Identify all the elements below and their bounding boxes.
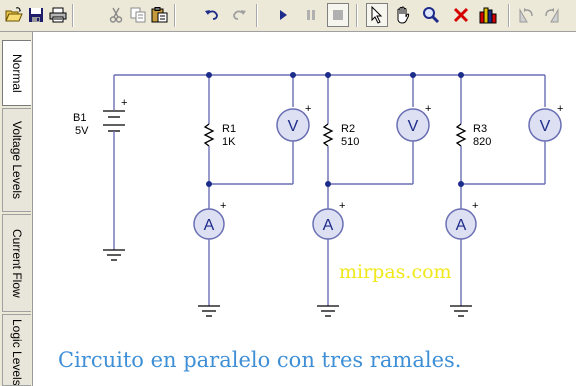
voltmeter-2-plus: + (425, 103, 431, 115)
voltmeter-1-symbol: V (288, 118, 299, 135)
redo-icon (233, 10, 246, 20)
battery-ground-icon (103, 249, 125, 261)
play-icon (280, 10, 287, 20)
rotate-left-icon (519, 8, 533, 23)
tab-current-flow-label: Current Flow (10, 228, 24, 298)
toolbar-separator (256, 4, 258, 27)
copy-icon (130, 7, 146, 23)
scissors-icon (109, 7, 123, 23)
voltmeter-2-symbol: V (408, 118, 419, 135)
arrow-cursor-icon (371, 6, 383, 24)
ammeter-3[interactable]: A + (445, 200, 478, 240)
voltmeter-3-symbol: V (540, 118, 551, 135)
ammeter-2-plus: + (339, 200, 345, 212)
ammeter-1[interactable]: A + (193, 200, 226, 240)
resistor-r2-value: 510 (341, 136, 359, 148)
stop-button[interactable] (327, 3, 349, 27)
voltmeter-1[interactable]: V + (276, 103, 311, 142)
battery-name-label: B1 (73, 112, 86, 124)
resistor-r1-value: 1K (222, 136, 236, 148)
parts-bin-button[interactable] (478, 3, 500, 27)
schematic-canvas[interactable]: + B1 5V R1 1K V + A + R2 510 V + A + R3 … (33, 32, 576, 386)
tab-logic-levels-label: Logic Levels (10, 319, 24, 386)
view-mode-sidebar: Normal Voltage Levels Current Flow Logic… (0, 32, 33, 386)
ammeter-1-plus: + (220, 200, 226, 212)
save-button[interactable] (25, 3, 47, 27)
voltmeter-1-plus: + (305, 103, 311, 115)
clipboard-icon (151, 7, 168, 23)
open-file-button[interactable] (3, 3, 25, 27)
hand-icon (397, 6, 410, 24)
redo-button[interactable] (228, 3, 250, 27)
toolbar-separator (174, 4, 176, 27)
printer-icon (49, 7, 67, 23)
paste-button[interactable] (149, 3, 171, 27)
ammeter-2-symbol: A (323, 217, 334, 234)
print-button[interactable] (47, 3, 69, 27)
undo-button[interactable] (201, 3, 223, 27)
resistor-r2[interactable] (322, 123, 334, 147)
voltmeter-3[interactable]: V + (528, 103, 563, 142)
rotate-right-icon (545, 8, 559, 23)
tab-normal[interactable]: Normal (2, 40, 31, 106)
cut-button[interactable] (105, 3, 127, 27)
toolbar-separator (356, 4, 358, 27)
floppy-disk-icon (29, 8, 43, 22)
bar-chart-icon (479, 7, 497, 24)
ground-2-icon (317, 305, 339, 317)
ammeter-1-symbol: A (204, 217, 215, 234)
ammeter-3-plus: + (472, 200, 478, 212)
undo-icon (205, 10, 218, 20)
ammeter-2[interactable]: A + (312, 200, 345, 240)
rotate-left-button[interactable] (515, 3, 537, 27)
branch-1: R1 1K V + A + (193, 75, 311, 317)
watermark-text: mirpas.com (339, 261, 452, 283)
resistor-r3-name: R3 (473, 123, 487, 135)
voltmeter-3-plus: + (557, 103, 563, 115)
toolbar (0, 0, 576, 32)
folder-open-icon (5, 7, 23, 22)
tab-voltage-levels-label: Voltage Levels (10, 120, 24, 200)
toolbar-separator (72, 4, 74, 27)
ground-3-icon (450, 305, 472, 317)
select-tool-button[interactable] (366, 3, 388, 27)
copy-button[interactable] (127, 3, 149, 27)
battery-plus-sign: + (121, 97, 127, 109)
tab-voltage-levels[interactable]: Voltage Levels (2, 108, 31, 212)
battery-value-label: 5V (75, 125, 89, 137)
resistor-r2-name: R2 (341, 123, 355, 135)
red-x-icon (453, 7, 469, 23)
ammeter-3-symbol: A (456, 217, 467, 234)
branch-3: R3 820 V + A + (445, 75, 563, 317)
magnifier-icon (423, 7, 440, 24)
zoom-tool-button[interactable] (420, 3, 442, 27)
resistor-r1-name: R1 (222, 123, 236, 135)
run-button[interactable] (272, 3, 294, 27)
tab-current-flow[interactable]: Current Flow (2, 214, 31, 312)
tab-logic-levels[interactable]: Logic Levels (2, 314, 31, 386)
ground-1-icon (198, 305, 220, 317)
resistor-r3[interactable] (455, 123, 467, 147)
toolbar-separator (508, 4, 510, 27)
pan-tool-button[interactable] (392, 3, 414, 27)
pause-button[interactable] (300, 3, 322, 27)
rotate-right-button[interactable] (541, 3, 563, 27)
pause-icon (307, 10, 315, 20)
resistor-r3-value: 820 (473, 136, 491, 148)
caption-text: Circuito en paralelo con tres ramales. (58, 348, 462, 372)
battery-b1[interactable]: + B1 5V (73, 75, 127, 250)
stop-icon (333, 10, 343, 20)
delete-button[interactable] (450, 3, 472, 27)
tab-normal-label: Normal (10, 53, 24, 93)
voltmeter-2[interactable]: V + (396, 103, 431, 142)
resistor-r1[interactable] (203, 123, 215, 147)
